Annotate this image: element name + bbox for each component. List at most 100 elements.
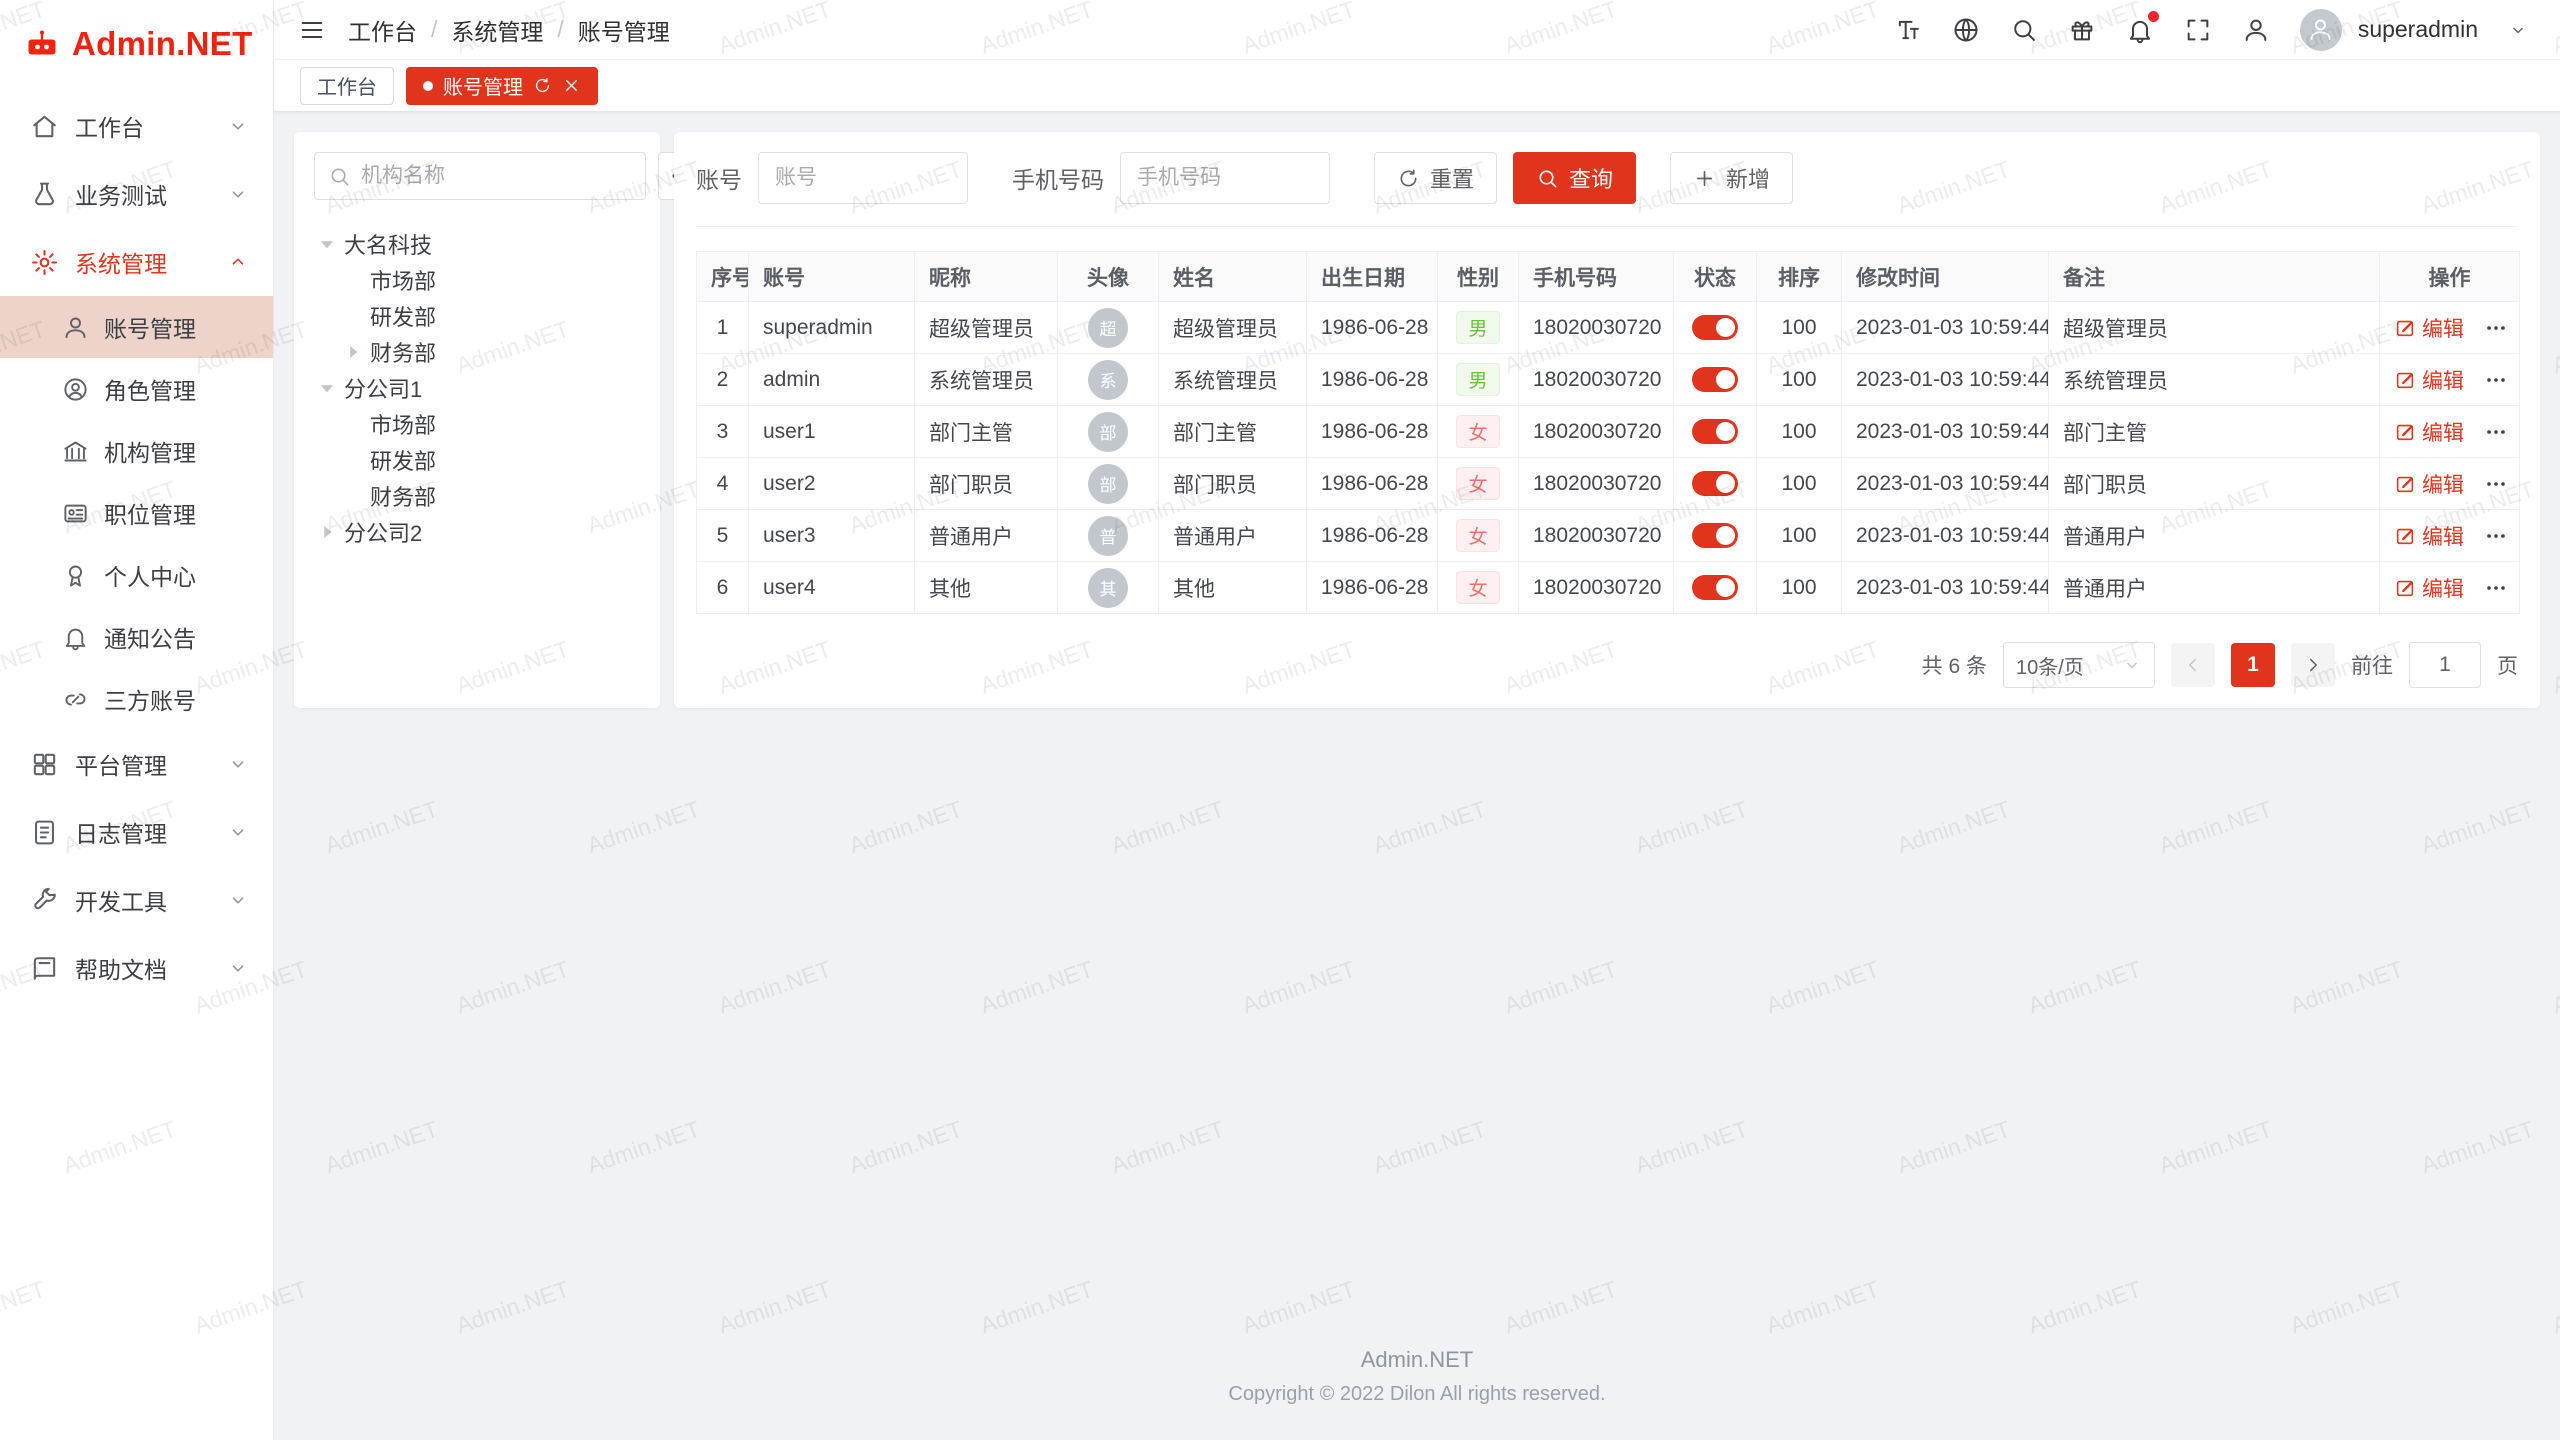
column-header: 排序 [1757, 252, 1842, 302]
row-more-button[interactable] [2484, 472, 2508, 496]
org-search-field[interactable] [314, 152, 646, 200]
edit-button[interactable]: 编辑 [2394, 365, 2464, 395]
row-more-button[interactable] [2484, 576, 2508, 600]
sidebar-item-platform[interactable]: 平台管理 [0, 730, 273, 798]
cell-avatar: 部 [1058, 458, 1159, 510]
tree-node[interactable]: 分公司1 [314, 370, 640, 406]
username[interactable]: superadmin [2358, 16, 2478, 43]
status-toggle[interactable] [1692, 471, 1738, 496]
reset-button[interactable]: 重置 [1374, 152, 1497, 204]
breadcrumb-separator: / [431, 16, 437, 43]
tab-account-management[interactable]: 账号管理 [406, 67, 598, 105]
close-icon[interactable] [562, 76, 581, 95]
next-page-button[interactable] [2291, 643, 2335, 687]
sidebar-subitem-profile[interactable]: 个人中心 [0, 544, 273, 606]
language-button[interactable] [1952, 16, 1980, 44]
tree-node[interactable]: 研发部 [314, 442, 640, 478]
sidebar-subitem-notice[interactable]: 通知公告 [0, 606, 273, 668]
logo[interactable]: Admin.NET [0, 0, 273, 88]
goto-label: 前往 [2351, 650, 2393, 680]
tree-node[interactable]: 财务部 [314, 478, 640, 514]
row-more-button[interactable] [2484, 420, 2508, 444]
account-input[interactable] [758, 152, 968, 204]
cell-name: 部门职员 [1159, 458, 1307, 510]
edit-button[interactable]: 编辑 [2394, 521, 2464, 551]
user-avatar[interactable] [2300, 9, 2342, 51]
global-search-button[interactable] [2010, 16, 2038, 44]
edit-label: 编辑 [2422, 521, 2464, 551]
row-more-button[interactable] [2484, 316, 2508, 340]
row-avatar: 超 [1088, 308, 1128, 348]
edit-button[interactable]: 编辑 [2394, 573, 2464, 603]
cell-actions: 编辑 [2380, 406, 2520, 458]
status-toggle[interactable] [1692, 523, 1738, 548]
row-more-button[interactable] [2484, 524, 2508, 548]
tree-node-label: 市场部 [370, 264, 436, 296]
sidebar-item-business-test[interactable]: 业务测试 [0, 160, 273, 228]
tree-node[interactable]: 市场部 [314, 406, 640, 442]
sidebar-subitem-label: 职位管理 [104, 496, 196, 530]
tree-node[interactable]: 财务部 [314, 334, 640, 370]
tree-node[interactable]: 研发部 [314, 298, 640, 334]
sidebar-item-docs[interactable]: 帮助文档 [0, 934, 273, 1002]
status-toggle[interactable] [1692, 575, 1738, 600]
query-form: 账号 手机号码 重置 查询 新增 [696, 152, 2518, 227]
tab-workbench[interactable]: 工作台 [300, 67, 394, 105]
page-1-button[interactable]: 1 [2231, 643, 2275, 687]
add-button[interactable]: 新增 [1670, 152, 1793, 204]
status-toggle[interactable] [1692, 315, 1738, 340]
org-search-input[interactable] [361, 164, 632, 188]
status-toggle[interactable] [1692, 367, 1738, 392]
book-icon [30, 954, 59, 983]
refresh-icon[interactable] [533, 76, 552, 95]
edit-button[interactable]: 编辑 [2394, 313, 2464, 343]
tree-node[interactable]: 分公司2 [314, 514, 640, 550]
column-header: 序号 [697, 252, 749, 302]
search-button[interactable]: 查询 [1513, 152, 1636, 204]
sidebar-subitem-role[interactable]: 角色管理 [0, 358, 273, 420]
sidebar-subitem-org[interactable]: 机构管理 [0, 420, 273, 482]
edit-button[interactable]: 编辑 [2394, 469, 2464, 499]
row-avatar: 部 [1088, 412, 1128, 452]
cell-gender: 女 [1438, 458, 1519, 510]
edit-icon [2394, 473, 2416, 495]
gift-icon [2068, 16, 2096, 44]
sidebar-subitem-post[interactable]: 职位管理 [0, 482, 273, 544]
profile-shortcut-button[interactable] [2242, 16, 2270, 44]
page-size-select[interactable]: 10条/页 [2003, 642, 2155, 688]
breadcrumb-item[interactable]: 账号管理 [578, 13, 670, 47]
search-label: 查询 [1569, 162, 1613, 194]
sidebar-item-log[interactable]: 日志管理 [0, 798, 273, 866]
status-toggle[interactable] [1692, 419, 1738, 444]
user-menu-chevron-icon[interactable] [2508, 20, 2528, 40]
sidebar-subitem-account[interactable]: 账号管理 [0, 296, 273, 358]
row-avatar: 系 [1088, 360, 1128, 400]
sidebar-item-system-management[interactable]: 系统管理 [0, 228, 273, 296]
font-size-button[interactable] [1894, 16, 1922, 44]
tree-node[interactable]: 市场部 [314, 262, 640, 298]
goto-page-input[interactable] [2409, 642, 2481, 688]
sidebar-subitem-third-account[interactable]: 三方账号 [0, 668, 273, 730]
phone-input[interactable] [1120, 152, 1330, 204]
breadcrumb-item[interactable]: 工作台 [348, 13, 417, 47]
cell-avatar: 部 [1058, 406, 1159, 458]
sidebar-item-devtools[interactable]: 开发工具 [0, 866, 273, 934]
edit-icon [2394, 577, 2416, 599]
org-tree-toolbar [314, 152, 640, 200]
gift-button[interactable] [2068, 16, 2096, 44]
column-header: 姓名 [1159, 252, 1307, 302]
menu-collapse-button[interactable] [298, 16, 326, 44]
breadcrumb-item[interactable]: 系统管理 [451, 13, 543, 47]
notifications-button[interactable] [2126, 16, 2154, 44]
gender-badge: 女 [1456, 519, 1499, 552]
fullscreen-button[interactable] [2184, 16, 2212, 44]
sidebar-item-workbench[interactable]: 工作台 [0, 92, 273, 160]
plus-icon [1693, 167, 1716, 190]
tree-node[interactable]: 大名科技 [314, 226, 640, 262]
edit-button[interactable]: 编辑 [2394, 417, 2464, 447]
sidebar-menu: 工作台业务测试系统管理账号管理角色管理机构管理职位管理个人中心通知公告三方账号平… [0, 88, 273, 1440]
prev-page-button[interactable] [2171, 643, 2215, 687]
column-header: 备注 [2049, 252, 2380, 302]
row-more-button[interactable] [2484, 368, 2508, 392]
column-header: 出生日期 [1307, 252, 1438, 302]
